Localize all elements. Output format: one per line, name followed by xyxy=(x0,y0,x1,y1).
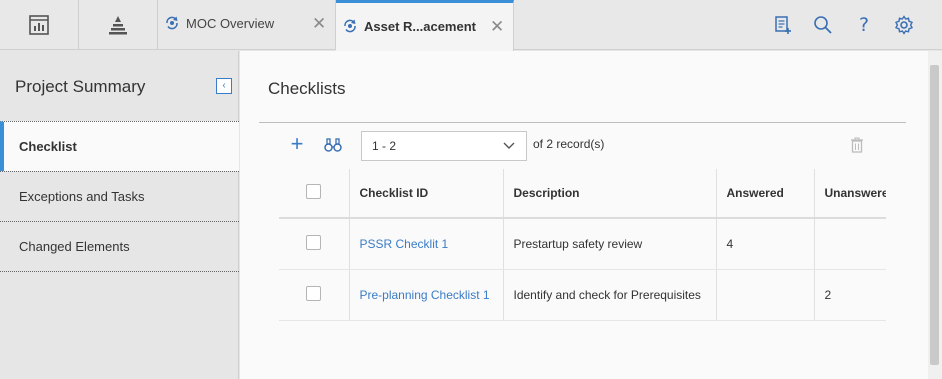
record-count-text: of 2 record(s) xyxy=(533,137,604,151)
help-icon: ? xyxy=(858,14,870,36)
new-document-icon xyxy=(775,16,791,34)
unanswered-cell xyxy=(814,218,886,270)
dashboard-button[interactable] xyxy=(0,0,79,50)
table-row: PSSR Checklit 1 Prestartup safety review… xyxy=(279,218,886,270)
answered-cell xyxy=(716,269,815,321)
settings-button[interactable] xyxy=(893,14,915,36)
tab-label: Asset R...acement xyxy=(364,19,476,34)
answered-cell: 4 xyxy=(716,218,815,270)
row-checkbox[interactable] xyxy=(306,234,322,250)
checklist-id-link[interactable]: PSSR Checklit 1 xyxy=(349,218,504,270)
records-label: record(s) xyxy=(556,137,605,151)
record-refresh-icon xyxy=(344,19,356,33)
tab-asset-replacement[interactable]: Asset R...acement ✕ xyxy=(336,0,514,51)
tab-moc-overview[interactable]: MOC Overview ✕ xyxy=(158,0,336,50)
row-checkbox[interactable] xyxy=(306,285,322,301)
dashboard-icon xyxy=(29,15,49,35)
panel-title: Project Summary xyxy=(15,77,146,96)
close-tab-icon[interactable]: ✕ xyxy=(490,18,504,35)
row-select-cell xyxy=(279,218,350,270)
sidebar-item-label: Checklist xyxy=(19,139,77,154)
new-document-button[interactable] xyxy=(772,14,794,36)
table-header-row: Checklist ID Description Answered Unansw… xyxy=(279,169,886,219)
column-header-checklist-id[interactable]: Checklist ID xyxy=(349,169,504,219)
sidebar-item-checklist[interactable]: Checklist xyxy=(0,121,239,171)
column-header-answered[interactable]: Answered xyxy=(716,169,815,219)
close-tab-icon[interactable]: ✕ xyxy=(312,15,326,32)
sidebar-item-changed-elements[interactable]: Changed Elements xyxy=(0,221,239,271)
chevron-down-icon xyxy=(503,142,515,149)
record-count: 2 xyxy=(546,137,554,151)
divider xyxy=(259,122,906,123)
search-icon xyxy=(814,16,832,34)
sidebar-item-label: Exceptions and Tasks xyxy=(19,189,145,204)
table-row: Pre-planning Checklist 1 Identify and ch… xyxy=(279,269,886,321)
divider xyxy=(0,271,239,272)
find-button[interactable] xyxy=(324,137,342,153)
select-all-cell xyxy=(279,169,350,219)
project-summary-panel: Project Summary ‹ Checklist Exceptions a… xyxy=(0,51,239,379)
sidebar-item-exceptions-and-tasks[interactable]: Exceptions and Tasks xyxy=(0,171,239,221)
settings-icon xyxy=(895,15,913,35)
description-cell: Prestartup safety review xyxy=(503,218,717,270)
unanswered-cell: 2 xyxy=(814,269,886,321)
top-bar: MOC Overview ✕ Asset R...acement ✕ ? xyxy=(0,0,942,51)
select-all-checkbox[interactable] xyxy=(306,184,322,199)
main-content: Checklists + 1 - 2 of 2 record(s) Checkl… xyxy=(240,51,942,379)
of-label: of xyxy=(533,137,544,151)
description-cell: Identify and check for Prerequisites xyxy=(503,269,717,321)
plus-icon: + xyxy=(290,131,304,156)
page-title: Checklists xyxy=(268,79,346,98)
range-value: 1 - 2 xyxy=(372,139,397,153)
record-refresh-icon xyxy=(166,16,178,30)
add-checklist-button[interactable]: + xyxy=(288,131,306,156)
app-window: MOC Overview ✕ Asset R...acement ✕ ? Pro… xyxy=(0,0,942,379)
hierarchy-icon xyxy=(109,16,127,35)
search-button[interactable] xyxy=(812,14,834,36)
scrollbar-thumb[interactable] xyxy=(930,65,939,365)
record-range-select[interactable]: 1 - 2 xyxy=(361,131,527,161)
checklist-id-link[interactable]: Pre-planning Checklist 1 xyxy=(349,269,504,321)
checklist-table: Checklist ID Description Answered Unansw… xyxy=(279,169,886,323)
binoculars-icon xyxy=(324,138,342,152)
collapse-panel-button[interactable]: ‹ xyxy=(216,78,232,94)
trash-icon xyxy=(851,137,863,153)
sidebar-item-label: Changed Elements xyxy=(19,239,130,254)
column-header-description[interactable]: Description xyxy=(503,169,717,219)
row-select-cell xyxy=(279,269,350,321)
help-button[interactable]: ? xyxy=(853,14,875,36)
delete-button[interactable] xyxy=(850,137,864,153)
column-header-unanswered[interactable]: Unanswered xyxy=(814,169,886,219)
tab-label: MOC Overview xyxy=(186,16,275,31)
chevron-left-icon: ‹ xyxy=(222,80,226,91)
hierarchy-button[interactable] xyxy=(79,0,158,50)
